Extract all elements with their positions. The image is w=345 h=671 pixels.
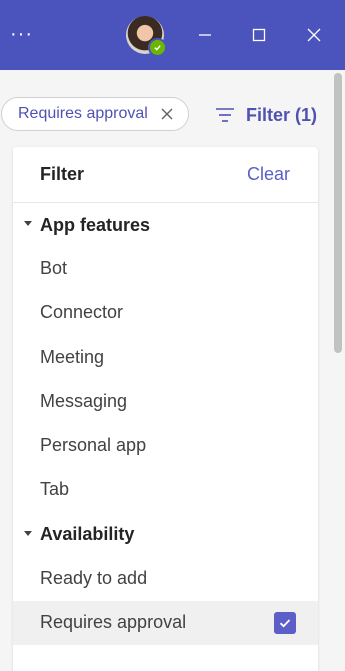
more-options-icon[interactable]: ··· xyxy=(10,24,33,44)
close-window-icon[interactable] xyxy=(303,24,325,46)
filter-button[interactable]: Filter (1) xyxy=(214,100,317,130)
caret-down-icon xyxy=(24,530,32,536)
section-app-features[interactable]: App features xyxy=(13,203,318,247)
filter-option-bot[interactable]: Bot xyxy=(13,247,318,291)
option-label: Meeting xyxy=(40,346,105,367)
section-availability[interactable]: Availability xyxy=(13,513,318,557)
panel-title: Filter xyxy=(40,164,85,184)
option-label: Connector xyxy=(40,302,124,323)
title-bar: ··· xyxy=(0,0,345,70)
checked-checkbox[interactable] xyxy=(274,612,296,635)
option-label: Messaging xyxy=(40,390,128,411)
section-label: Availability xyxy=(40,524,135,545)
caret-down-icon xyxy=(24,221,32,226)
filter-option-requires-approval[interactable]: Requires approval xyxy=(13,601,318,646)
minimize-icon[interactable] xyxy=(194,24,216,46)
filter-icon xyxy=(216,108,234,122)
filter-option-messaging[interactable]: Messaging xyxy=(13,380,318,424)
filter-button-label: Filter (1) xyxy=(246,104,318,125)
clear-button[interactable]: Clear xyxy=(247,164,290,185)
option-label: Personal app xyxy=(40,435,147,456)
option-label: Ready to add xyxy=(40,567,148,588)
option-label: Tab xyxy=(40,479,70,500)
checkmark-icon xyxy=(279,619,291,628)
filter-option-connector[interactable]: Connector xyxy=(13,291,318,335)
close-icon[interactable] xyxy=(160,107,174,121)
filter-option-ready-to-add[interactable]: Ready to add xyxy=(13,557,318,601)
filter-panel: Filter Clear App features Bot Connector … xyxy=(13,147,318,671)
filter-panel-header: Filter Clear xyxy=(13,147,318,203)
active-filter-chip[interactable]: Requires approval xyxy=(1,97,189,131)
option-label: Bot xyxy=(40,258,68,278)
maximize-icon[interactable] xyxy=(248,24,270,46)
filter-option-personal-app[interactable]: Personal app xyxy=(13,424,318,468)
avatar[interactable] xyxy=(126,16,167,57)
chip-label: Requires approval xyxy=(18,105,148,122)
presence-available-icon xyxy=(148,38,167,57)
scrollbar[interactable] xyxy=(334,73,342,353)
filter-option-tab[interactable]: Tab xyxy=(13,468,318,512)
main-content: Requires approval Filter (1) Filter Clea… xyxy=(0,70,345,671)
filter-option-meeting[interactable]: Meeting xyxy=(13,336,318,380)
section-label: App features xyxy=(40,214,151,235)
option-label: Requires approval xyxy=(40,612,187,633)
